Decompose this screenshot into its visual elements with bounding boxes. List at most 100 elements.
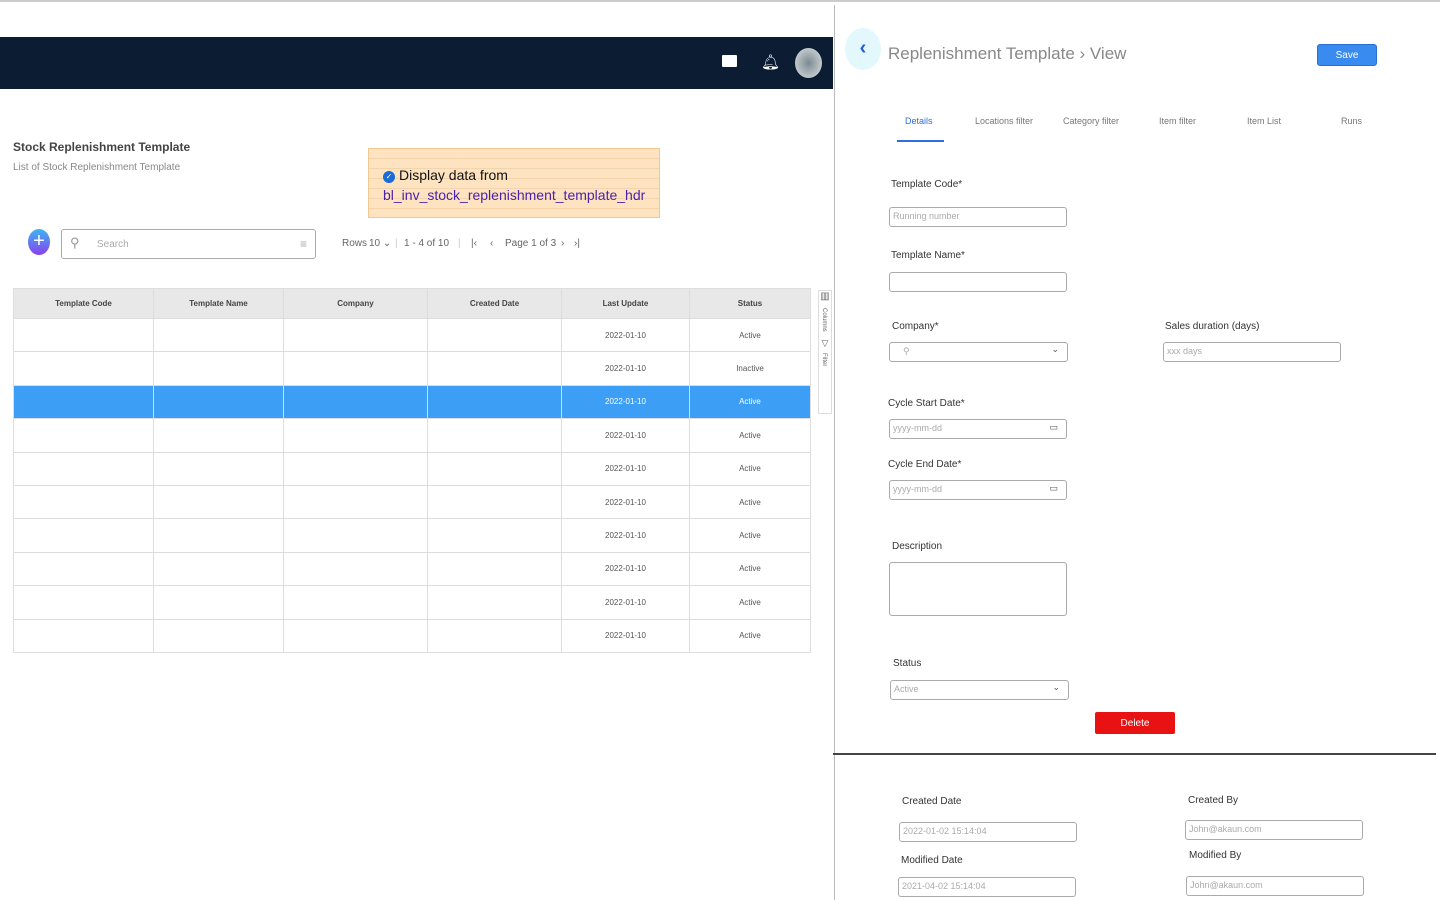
modified-date-label: Modified Date xyxy=(901,855,963,866)
last-update-cell: 2022-01-10 xyxy=(561,384,690,420)
table-cell xyxy=(427,585,562,620)
description-textarea[interactable] xyxy=(889,562,1067,616)
status-cell: Active xyxy=(689,484,811,520)
table-row[interactable]: 2022-01-10 Active xyxy=(13,618,811,653)
table-cell xyxy=(283,418,428,453)
cycle-start-input[interactable]: yyyy-mm-dd ▭ xyxy=(889,419,1067,439)
detail-title: Replenishment Template › View xyxy=(888,44,1127,63)
annotation-note: ✓ Display data from bl_inv_stock_replenis… xyxy=(368,148,660,218)
table-cell xyxy=(427,451,562,486)
mail-icon[interactable] xyxy=(722,55,737,67)
table-row[interactable]: 2022-01-10 Active xyxy=(13,518,811,553)
bell-icon[interactable]: 🔔︎ xyxy=(761,53,780,71)
last-update-cell: 2022-01-10 xyxy=(561,551,690,587)
table-row[interactable]: 2022-01-10 Active xyxy=(13,451,811,486)
table-row[interactable]: 2022-01-10 Inactive xyxy=(13,351,811,386)
company-select[interactable]: ⚲ ⌄ xyxy=(889,342,1068,362)
add-button[interactable]: + xyxy=(28,229,50,255)
rows-select[interactable]: 10 ⌄ xyxy=(369,238,391,249)
section-divider xyxy=(833,753,1436,755)
col-template-name[interactable]: Template Name xyxy=(153,288,284,319)
description-label: Description xyxy=(892,541,943,552)
table-cell xyxy=(153,384,284,420)
tab-runs[interactable]: Runs xyxy=(1341,116,1362,126)
chevron-down-icon: ⌄ xyxy=(1052,682,1060,692)
save-button[interactable]: Save xyxy=(1317,44,1377,66)
table-cell xyxy=(427,518,562,553)
calendar-icon[interactable]: ▭ xyxy=(1049,422,1058,433)
filter-toggle-icon[interactable]: ▽ xyxy=(819,338,831,349)
modified-by-input[interactable]: John@akaun.com xyxy=(1186,876,1364,896)
avatar[interactable] xyxy=(795,48,822,78)
tab-locations-filter[interactable]: Locations filter xyxy=(975,116,1033,126)
prev-page-icon[interactable]: ‹ xyxy=(490,238,493,249)
template-code-label: Template Code* xyxy=(891,179,963,190)
table-row[interactable]: 2022-01-10 Active xyxy=(13,418,811,453)
cycle-end-label: Cycle End Date* xyxy=(888,459,962,470)
col-company[interactable]: Company xyxy=(283,288,428,319)
sales-duration-input[interactable]: xxx days xyxy=(1163,342,1341,362)
table-row[interactable]: 2022-01-10 Active xyxy=(13,384,811,420)
status-select[interactable]: Active ⌄ xyxy=(890,680,1069,700)
last-update-cell: 2022-01-10 xyxy=(561,418,690,453)
template-code-input[interactable]: Running number xyxy=(889,207,1067,227)
delete-button[interactable]: Delete xyxy=(1095,712,1175,734)
separator: | xyxy=(458,238,461,249)
last-update-cell: 2022-01-10 xyxy=(561,484,690,520)
cycle-end-input[interactable]: yyyy-mm-dd ▭ xyxy=(889,480,1067,500)
calendar-icon[interactable]: ▭ xyxy=(1049,483,1058,494)
table-cell xyxy=(283,384,428,420)
search-placeholder: Search xyxy=(97,239,129,250)
modified-date-input[interactable]: 2021-04-02 15:14:04 xyxy=(898,877,1076,897)
search-input[interactable]: ⚲ Search ≡ xyxy=(61,229,316,259)
table-cell xyxy=(283,551,428,587)
tab-item-filter[interactable]: Item filter xyxy=(1159,116,1196,126)
status-cell: Inactive xyxy=(689,351,811,386)
table-cell xyxy=(283,317,428,353)
table-row[interactable]: 2022-01-10 Active xyxy=(13,585,811,620)
table-cell xyxy=(153,351,284,386)
created-date-input[interactable]: 2022-01-02 15:14:04 xyxy=(899,822,1077,842)
table-cell xyxy=(153,418,284,453)
status-value: Active xyxy=(894,684,919,694)
table-cell xyxy=(283,451,428,486)
next-page-icon[interactable]: › xyxy=(561,238,564,249)
table-cell xyxy=(13,484,154,520)
range-text: 1 - 4 of 10 xyxy=(404,238,450,249)
last-page-icon[interactable]: ›| xyxy=(574,238,580,249)
status-cell: Active xyxy=(689,451,811,486)
col-template-code[interactable]: Template Code xyxy=(13,288,154,319)
col-status[interactable]: Status xyxy=(689,288,811,319)
columns-icon[interactable]: ▥ xyxy=(819,291,831,302)
table-cell xyxy=(13,351,154,386)
table-row[interactable]: 2022-01-10 Active xyxy=(13,484,811,520)
filter-icon[interactable]: ≡ xyxy=(300,237,307,251)
template-name-label: Template Name* xyxy=(891,250,965,261)
col-last-update[interactable]: Last Update xyxy=(561,288,690,319)
back-button[interactable]: ‹ xyxy=(845,28,881,70)
tab-details[interactable]: Details xyxy=(905,116,933,126)
page-indicator: Page 1 of 3 xyxy=(505,238,557,249)
note-line2: bl_inv_stock_replenishment_template_hdr xyxy=(383,187,646,203)
template-table: Template Code Template Name Company Crea… xyxy=(13,288,811,653)
separator: | xyxy=(395,238,398,249)
first-page-icon[interactable]: |‹ xyxy=(471,238,477,249)
filter-toggle[interactable]: Filter xyxy=(821,353,827,366)
status-cell: Active xyxy=(689,585,811,620)
created-by-input[interactable]: John@akaun.com xyxy=(1185,820,1363,840)
search-icon: ⚲ xyxy=(70,235,80,250)
panel-divider xyxy=(834,5,835,900)
last-update-cell: 2022-01-10 xyxy=(561,317,690,353)
template-name-input[interactable] xyxy=(889,272,1067,292)
columns-toggle[interactable]: Columns xyxy=(821,308,827,332)
last-update-cell: 2022-01-10 xyxy=(561,585,690,620)
tab-item-list[interactable]: Item List xyxy=(1247,116,1281,126)
date-placeholder: yyyy-mm-dd xyxy=(893,484,942,494)
col-created-date[interactable]: Created Date xyxy=(427,288,562,319)
table-cell xyxy=(13,317,154,353)
table-row[interactable]: 2022-01-10 Active xyxy=(13,551,811,587)
table-row[interactable]: 2022-01-10 Active xyxy=(13,317,811,353)
table-cell xyxy=(427,418,562,453)
tab-category-filter[interactable]: Category filter xyxy=(1063,116,1119,126)
table-cell xyxy=(427,384,562,420)
